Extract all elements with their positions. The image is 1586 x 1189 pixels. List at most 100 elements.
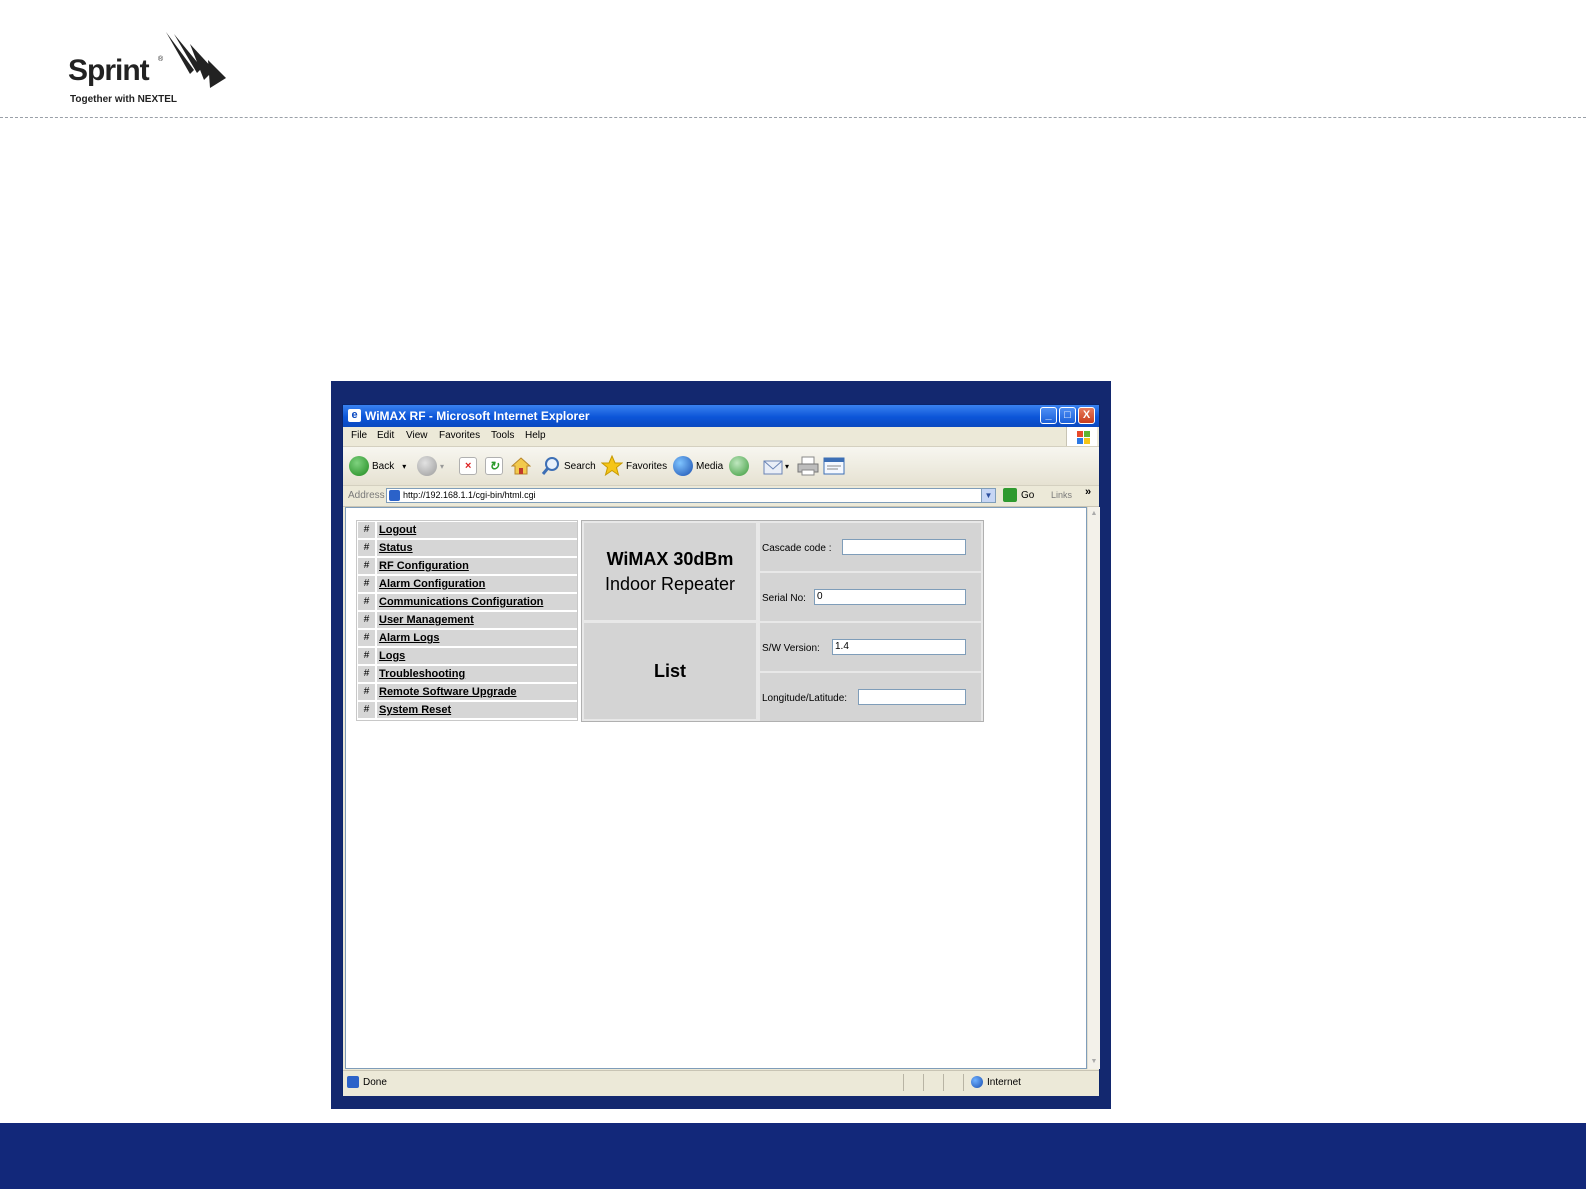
forward-arrow-icon [417, 456, 437, 476]
nav-link[interactable]: RF Configuration [377, 558, 577, 574]
sw-version-input[interactable]: 1.4 [832, 639, 966, 655]
forward-button[interactable]: ▾ [417, 455, 444, 477]
brand-name: Sprint [68, 54, 150, 87]
page-done-icon [347, 1076, 359, 1088]
print-button[interactable] [797, 455, 819, 477]
nav-link[interactable]: Logs [377, 648, 577, 664]
brand-tagline: Together with NEXTEL [70, 94, 178, 105]
search-icon [541, 457, 559, 475]
nav-link[interactable]: Alarm Logs [377, 630, 577, 646]
list-label: List [584, 623, 756, 719]
sw-version-row: S/W Version: 1.4 [760, 623, 981, 671]
links-button[interactable]: Links [1051, 490, 1072, 500]
ie-icon: e [348, 409, 361, 422]
menu-file[interactable]: File [351, 430, 367, 441]
page-content: # Logout # Status # RF Configuration # Alarm… [345, 507, 1087, 1069]
internet-globe-icon [971, 1076, 983, 1088]
title-bar[interactable]: e WiMAX RF - Microsoft Internet Explorer… [343, 405, 1099, 427]
menu-favorites[interactable]: Favorites [439, 430, 480, 441]
nav-item-troubleshooting[interactable]: # Troubleshooting [357, 666, 577, 682]
nav-bullet: # [358, 576, 375, 592]
menu-view[interactable]: View [406, 430, 428, 441]
nav-link[interactable]: Troubleshooting [377, 666, 577, 682]
serial-no-input[interactable]: 0 [814, 589, 966, 605]
nav-bullet: # [358, 648, 375, 664]
longitude-latitude-input[interactable] [858, 689, 966, 705]
history-button[interactable] [729, 455, 752, 477]
menu-tools[interactable]: Tools [491, 430, 514, 441]
mail-dropdown-icon[interactable]: ▾ [785, 462, 789, 471]
nav-item-communications-configuration[interactable]: # Communications Configuration [357, 594, 577, 610]
address-dropdown-icon[interactable]: ▼ [981, 489, 995, 502]
favorites-star-icon [601, 455, 623, 477]
nav-link[interactable]: Logout [377, 522, 577, 538]
nav-item-logout[interactable]: # Logout [357, 522, 577, 538]
menu-help[interactable]: Help [525, 430, 546, 441]
home-button[interactable] [511, 455, 531, 477]
nav-item-status[interactable]: # Status [357, 540, 577, 556]
media-icon [673, 456, 693, 476]
nav-bullet: # [358, 684, 375, 700]
menu-bar: File Edit View Favorites Tools Help [343, 427, 1099, 447]
scroll-down-icon[interactable]: ▼ [1089, 1057, 1099, 1067]
nav-bullet: # [358, 612, 375, 628]
home-icon [511, 457, 531, 475]
mail-icon [763, 460, 783, 475]
menu-edit[interactable]: Edit [377, 430, 394, 441]
go-button[interactable]: Go [1003, 488, 1034, 502]
links-chevron-icon[interactable]: » [1085, 486, 1091, 498]
device-title: WiMAX 30dBm Indoor Repeater [584, 523, 756, 620]
nav-item-system-reset[interactable]: # System Reset [357, 702, 577, 718]
nav-bullet: # [358, 630, 375, 646]
nav-bullet: # [358, 666, 375, 682]
nav-bullet: # [358, 558, 375, 574]
longitude-latitude-row: Longitude/Latitude: [760, 673, 981, 721]
nav-link[interactable]: User Management [377, 612, 577, 628]
nav-item-alarm-logs[interactable]: # Alarm Logs [357, 630, 577, 646]
address-input[interactable]: http://192.168.1.1/cgi-bin/html.cgi ▼ [386, 488, 996, 503]
nav-bullet: # [358, 540, 375, 556]
close-button[interactable]: X [1078, 407, 1095, 424]
maximize-button[interactable]: □ [1059, 407, 1076, 424]
cascade-code-label: Cascade code : [762, 543, 832, 554]
nav-link[interactable]: System Reset [377, 702, 577, 718]
nav-link[interactable]: Status [377, 540, 577, 556]
nav-link[interactable]: Remote Software Upgrade [377, 684, 577, 700]
vertical-scrollbar[interactable]: ▲ ▼ [1087, 507, 1100, 1069]
nav-link[interactable]: Communications Configuration [377, 594, 577, 610]
go-label: Go [1021, 489, 1035, 501]
status-divider [903, 1074, 904, 1091]
back-button[interactable]: Back ▾ [349, 455, 406, 477]
edit-button[interactable] [823, 455, 845, 477]
history-icon [729, 456, 749, 476]
forward-dropdown-icon[interactable]: ▾ [440, 462, 444, 471]
security-zone: Internet [987, 1077, 1021, 1088]
favorites-button[interactable]: Favorites [601, 455, 667, 477]
device-title-line2: Indoor Repeater [604, 573, 736, 594]
scroll-up-icon[interactable]: ▲ [1089, 509, 1099, 519]
trademark-mark: ® [158, 56, 164, 63]
status-divider [943, 1074, 944, 1091]
browser-window: e WiMAX RF - Microsoft Internet Explorer… [342, 404, 1100, 1096]
nav-link[interactable]: Alarm Configuration [377, 576, 577, 592]
nav-item-alarm-configuration[interactable]: # Alarm Configuration [357, 576, 577, 592]
nav-item-user-management[interactable]: # User Management [357, 612, 577, 628]
address-bar: Address http://192.168.1.1/cgi-bin/html.… [343, 486, 1099, 507]
nav-item-rf-configuration[interactable]: # RF Configuration [357, 558, 577, 574]
print-icon [797, 456, 819, 476]
refresh-button[interactable]: ↻ [485, 455, 503, 477]
cascade-code-input[interactable] [842, 539, 966, 555]
mail-button[interactable]: ▾ [763, 455, 789, 477]
sw-version-label: S/W Version: [762, 643, 820, 654]
back-dropdown-icon[interactable]: ▾ [402, 462, 406, 471]
device-title-line1: WiMAX 30dBm [606, 548, 734, 569]
media-button[interactable]: Media [673, 455, 723, 477]
sprint-logo: Sprint ® Together with NEXTEL [68, 30, 238, 110]
serial-no-row: Serial No: 0 [760, 573, 981, 621]
nav-item-logs[interactable]: # Logs [357, 648, 577, 664]
stop-button[interactable]: × [459, 455, 477, 477]
nav-item-remote-software-upgrade[interactable]: # Remote Software Upgrade [357, 684, 577, 700]
minimize-button[interactable]: _ [1040, 407, 1057, 424]
back-arrow-icon [349, 456, 369, 476]
search-button[interactable]: Search [541, 455, 596, 477]
